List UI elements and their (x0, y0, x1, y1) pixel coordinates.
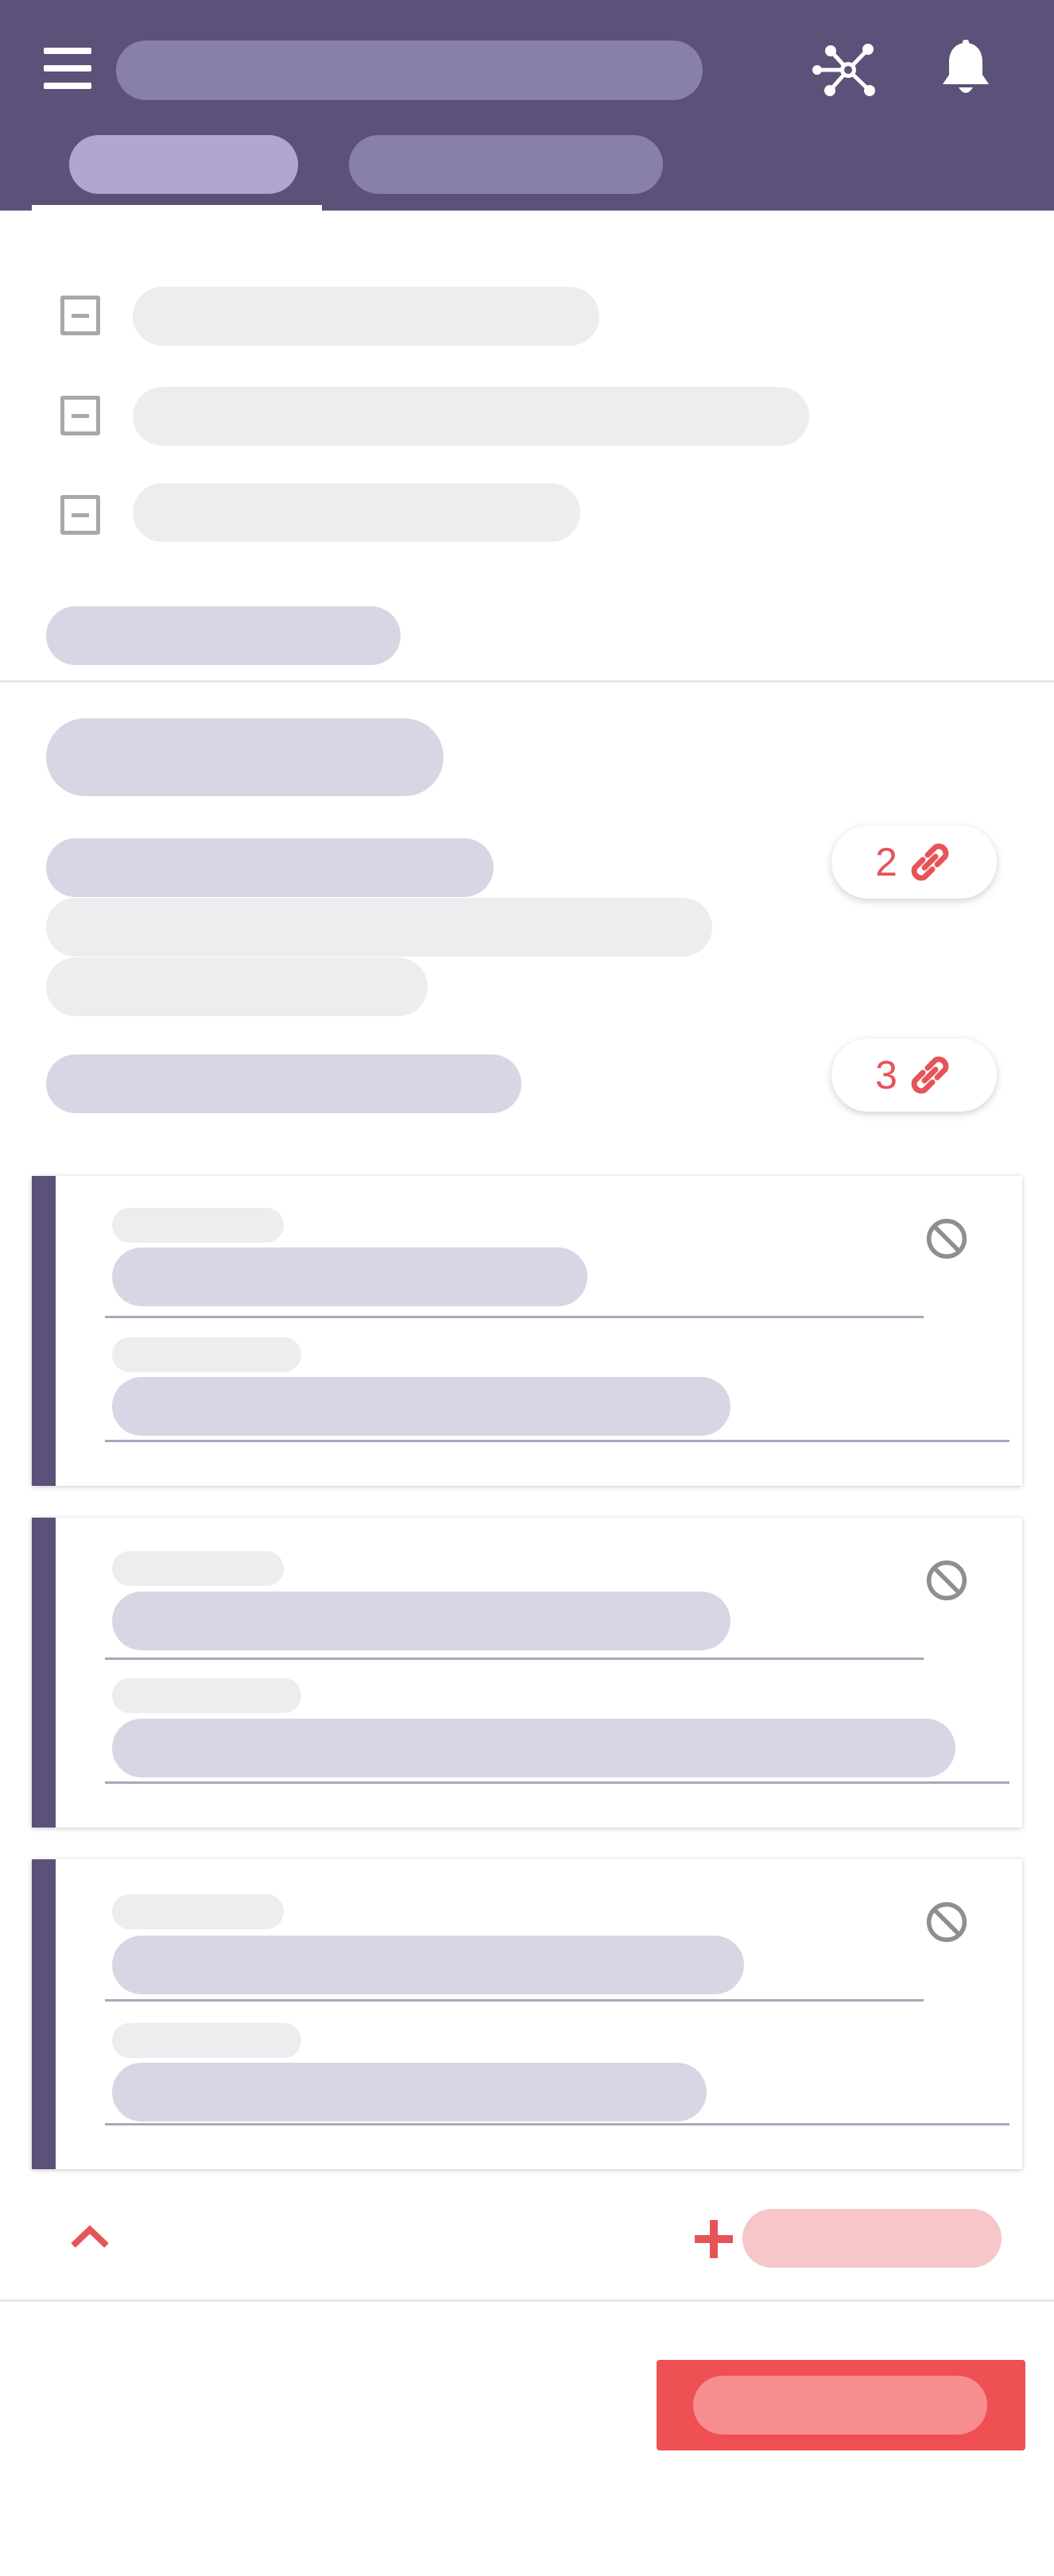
field-value[interactable] (112, 1936, 744, 1994)
entry-card (32, 1518, 1022, 1828)
link-count: 2 (875, 840, 897, 884)
checklist-footer-link[interactable] (46, 606, 401, 665)
field-underline (105, 1657, 924, 1660)
checkbox-indeterminate-icon[interactable] (60, 495, 100, 535)
link-count-badge[interactable]: 3 (831, 1039, 997, 1112)
checkbox-indeterminate-icon[interactable] (60, 396, 100, 435)
section-divider (0, 680, 1054, 683)
entry-card (32, 1859, 1022, 2169)
field-underline (105, 2123, 1009, 2125)
card-accent-bar (32, 1176, 56, 1486)
checkbox-indeterminate-icon[interactable] (60, 296, 100, 335)
block-icon[interactable] (925, 1217, 968, 1260)
link-count-badge[interactable]: 2 (831, 826, 997, 899)
field-underline (105, 1999, 924, 2002)
checklist-item-label (133, 287, 599, 346)
tab-primary[interactable] (69, 135, 298, 194)
footer-divider (0, 2299, 1054, 2302)
detail-value-line (46, 957, 428, 1016)
field-value[interactable] (112, 2063, 707, 2122)
field-caption (112, 1208, 284, 1243)
section-heading (46, 718, 444, 796)
detail-label (46, 838, 494, 897)
checklist-item-label (133, 483, 580, 542)
checklist-item-label (133, 387, 809, 446)
detail-label (46, 1054, 521, 1113)
primary-action-button[interactable] (657, 2360, 1025, 2450)
hamburger-menu-icon[interactable] (44, 48, 91, 89)
field-caption (112, 1551, 284, 1586)
link-icon (911, 1056, 949, 1094)
chevron-up-icon[interactable] (68, 2222, 111, 2250)
field-value[interactable] (112, 1377, 730, 1436)
block-icon[interactable] (925, 1559, 968, 1602)
tab-secondary[interactable] (349, 135, 663, 194)
card-accent-bar (32, 1518, 56, 1828)
field-value[interactable] (112, 1247, 587, 1306)
field-caption (112, 2023, 301, 2058)
field-caption (112, 1678, 301, 1713)
add-entry-button[interactable] (742, 2209, 1002, 2268)
block-icon[interactable] (925, 1901, 968, 1944)
field-underline (105, 1316, 924, 1318)
page-title (116, 41, 703, 100)
entry-card (32, 1176, 1022, 1486)
field-underline (105, 1440, 1009, 1442)
field-caption (112, 1337, 301, 1372)
link-count: 3 (875, 1053, 897, 1097)
field-value[interactable] (112, 1592, 730, 1650)
notification-bell-icon[interactable] (940, 40, 992, 99)
plus-icon[interactable] (693, 2218, 734, 2260)
detail-value-line (46, 898, 712, 957)
primary-action-label (693, 2376, 987, 2435)
field-value[interactable] (112, 1719, 955, 1777)
field-caption (112, 1894, 284, 1929)
link-icon (911, 843, 949, 881)
card-accent-bar (32, 1859, 56, 2169)
tab-active-indicator (32, 205, 322, 211)
network-graph-icon[interactable] (812, 41, 884, 99)
field-underline (105, 1781, 1009, 1784)
